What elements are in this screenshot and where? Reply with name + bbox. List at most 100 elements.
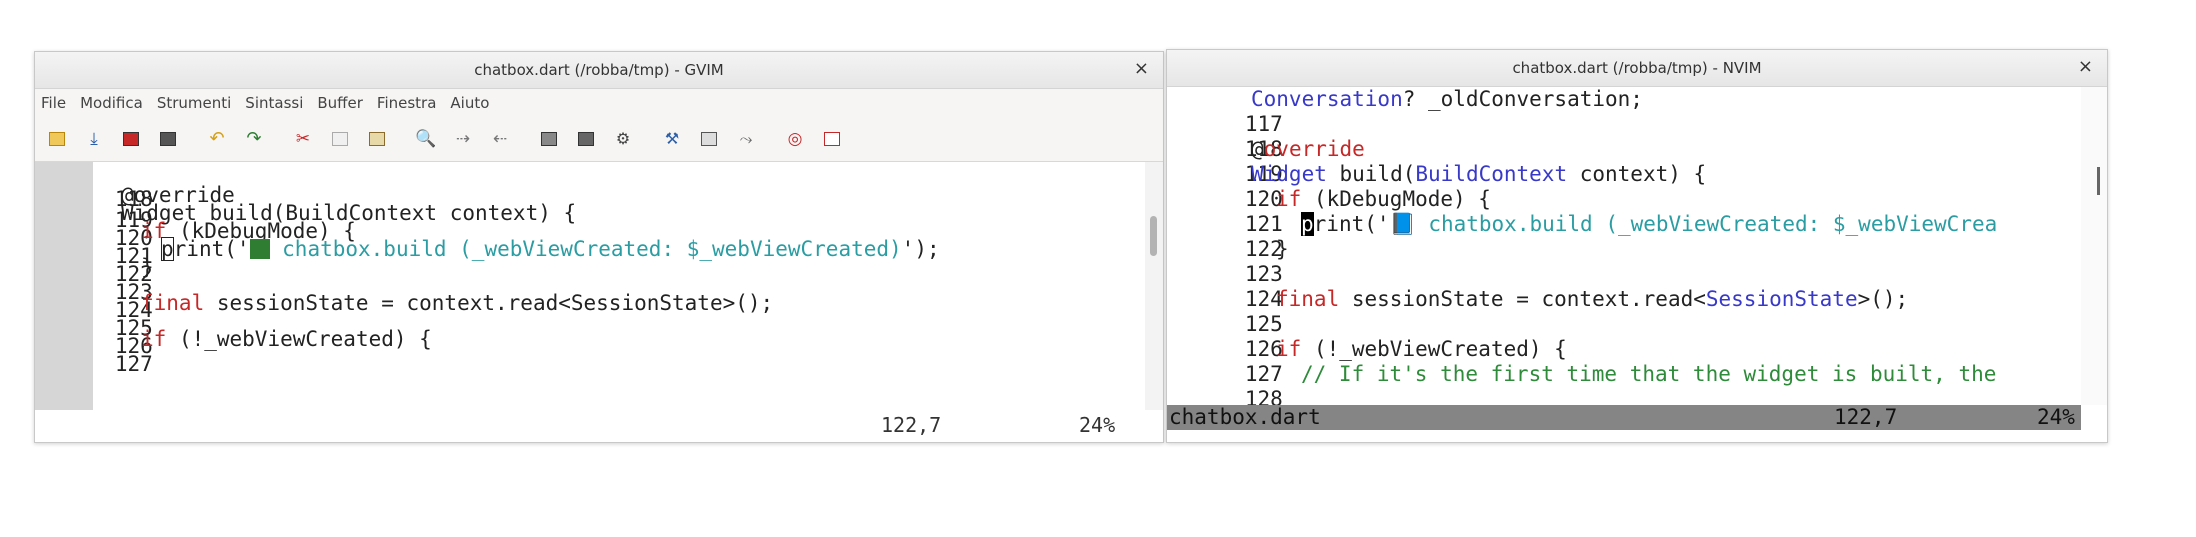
keyword: final — [1276, 287, 1340, 311]
code-rest: sessionState = context.read<SessionState… — [204, 291, 774, 315]
string-literal: chatbox.build (_webViewCreated: $_webVie… — [269, 237, 902, 261]
code-line: 119 @override — [1167, 137, 1365, 186]
code-rest: ? _oldConversation; — [1402, 87, 1643, 111]
menu-modifica[interactable]: Modifica — [80, 94, 143, 112]
code-line: 127 if (!_webViewCreated) { — [35, 327, 432, 376]
code-rest: build( — [1326, 162, 1416, 186]
menu-aiuto[interactable]: Aiuto — [450, 94, 489, 112]
code-rest: sessionState = context.read< — [1339, 287, 1706, 311]
help-icon[interactable]: ◎ — [785, 129, 805, 149]
code-rest: rint(' — [1313, 212, 1390, 236]
undo-icon[interactable]: ↶ — [207, 129, 227, 149]
code-text: final sessionState = context.read<Sessio… — [141, 291, 773, 316]
find-prev-icon[interactable]: ⇠ — [490, 129, 510, 149]
code-line: 123 } — [1167, 237, 1301, 286]
type-name: BuildContext — [1415, 162, 1568, 186]
code-rest: >(); — [1857, 287, 1909, 311]
gvim-toolbar: ⤓ ↶ ↷ ✂ 🔍 ⇢ ⇠ ⚙ ⚒ ⤳ ◎ — [35, 117, 1163, 162]
menu-strumenti[interactable]: Strumenti — [157, 94, 231, 112]
paste-icon[interactable] — [367, 129, 387, 149]
nvim-window: chatbox.dart (/robba/tmp) - NVIM × 117 C… — [1166, 49, 2108, 443]
make-icon[interactable]: ⚒ — [662, 129, 682, 149]
code-rest: (!_webViewCreated) { — [1301, 337, 1567, 361]
tag-jump-icon[interactable]: ⤳ — [736, 129, 756, 149]
gvim-titlebar[interactable]: chatbox.dart (/robba/tmp) - GVIM × — [35, 52, 1163, 89]
code-text: @override — [1251, 137, 1365, 162]
menu-file[interactable]: File — [41, 94, 66, 112]
type-name: Conversation — [1251, 87, 1403, 111]
code-rest: (kDebugMode) { — [1301, 187, 1491, 211]
code-line: 128 // If it's the first time that the w… — [1167, 362, 1997, 405]
find-replace-icon[interactable]: 🔍 — [415, 129, 436, 149]
code-text: } — [1276, 237, 1289, 261]
menu-finestra[interactable]: Finestra — [377, 94, 437, 112]
code-text: print(' chatbox.build (_webViewCreated: … — [161, 237, 940, 262]
copy-icon[interactable] — [330, 129, 350, 149]
keyword: if — [1276, 187, 1302, 211]
code-text: Widget build(BuildContext context) { — [1251, 162, 1706, 187]
type-name: Widget — [1251, 162, 1327, 186]
menu-buffer[interactable]: Buffer — [317, 94, 363, 112]
nvim-window-title: chatbox.dart (/robba/tmp) - NVIM — [1512, 59, 1762, 77]
cursor-position: 122,7 — [881, 413, 942, 437]
code-text: if (kDebugMode) { — [1276, 187, 1491, 212]
code-rest: context) { — [1567, 162, 1707, 186]
status-filename: chatbox.dart — [1169, 405, 1321, 429]
cut-icon[interactable]: ✂ — [293, 129, 313, 149]
scroll-percent: 24% — [1079, 413, 1116, 437]
nvim-statusline: chatbox.dart 122,7 24% — [1167, 405, 2081, 430]
run-script-icon[interactable]: ⚙ — [613, 129, 633, 149]
code-line: 122 print('📘 chatbox.build (_webViewCrea… — [1167, 212, 1997, 261]
shell-icon[interactable] — [699, 129, 719, 149]
annotation-at: @ — [1251, 137, 1264, 161]
menu-sintassi[interactable]: Sintassi — [245, 94, 303, 112]
code-line: 125 final sessionState = context.read<Se… — [1167, 287, 1908, 336]
code-text: if (!_webViewCreated) { — [1276, 337, 1567, 362]
text-cursor: p — [1301, 212, 1314, 236]
keyword: if — [141, 327, 167, 351]
save-icon[interactable] — [121, 129, 141, 149]
open-icon[interactable] — [47, 129, 67, 149]
save-all-icon[interactable] — [158, 129, 178, 149]
code-rest: rint(' — [173, 237, 250, 261]
annotation: override — [1263, 137, 1365, 161]
keyword: if — [1276, 337, 1302, 361]
gvim-ruler: 122,7 24% — [35, 410, 1163, 442]
load-session-icon[interactable] — [539, 129, 559, 149]
code-text: Conversation? _oldConversation; — [1251, 87, 1643, 112]
book-emoji-icon: 📘 — [1389, 212, 1416, 236]
type-name: SessionState — [1705, 287, 1858, 311]
gvim-menubar: File Modifica Strumenti Sintassi Buffer … — [35, 89, 1163, 117]
code-line: 120 Widget build(BuildContext context) { — [1167, 162, 1706, 211]
code-comment: // If it's the first time that the widge… — [1301, 362, 1997, 386]
find-help-icon[interactable] — [822, 129, 842, 149]
nvim-editor[interactable]: 117 Conversation? _oldConversation; 118 … — [1167, 87, 2081, 405]
nvim-close-icon[interactable]: × — [2078, 56, 2093, 77]
code-line: 117 Conversation? _oldConversation; — [1167, 87, 1643, 136]
cursor-position: 122,7 — [1834, 405, 1898, 429]
gvim-scrollbar[interactable] — [1145, 162, 1163, 410]
gvim-close-icon[interactable]: × — [1134, 58, 1149, 79]
green-book-icon — [249, 239, 270, 259]
gvim-editor[interactable]: 118 119 @override 120 Widget build(Build… — [35, 162, 1145, 410]
save-session-icon[interactable] — [576, 129, 596, 149]
code-text: final sessionState = context.read<Sessio… — [1276, 287, 1908, 312]
code-rest: (!_webViewCreated) { — [166, 327, 432, 351]
nvim-scrollbar-thumb[interactable] — [2097, 167, 2100, 195]
code-line: 124 — [1167, 262, 1301, 311]
code-text: if (!_webViewCreated) { — [141, 327, 432, 352]
scroll-percent: 24% — [2037, 405, 2075, 429]
line-number: 127 — [114, 352, 153, 376]
redo-icon[interactable]: ↷ — [244, 129, 264, 149]
code-text: print('📘 chatbox.build (_webViewCreated:… — [1301, 212, 1997, 237]
save-to-icon[interactable]: ⤓ — [84, 129, 104, 149]
string-literal: chatbox.build (_webViewCreated: $_webVie… — [1415, 212, 1998, 236]
gvim-scrollbar-thumb[interactable] — [1150, 216, 1157, 256]
nvim-scrollbar[interactable] — [2081, 87, 2107, 405]
find-next-icon[interactable]: ⇢ — [453, 129, 473, 149]
gvim-window-title: chatbox.dart (/robba/tmp) - GVIM — [474, 61, 724, 79]
code-line: 127 if (!_webViewCreated) { — [1167, 337, 1567, 386]
nvim-titlebar[interactable]: chatbox.dart (/robba/tmp) - NVIM × — [1167, 50, 2107, 87]
code-line: 118 — [1167, 112, 1301, 161]
line-number: 128 — [1244, 387, 1283, 405]
